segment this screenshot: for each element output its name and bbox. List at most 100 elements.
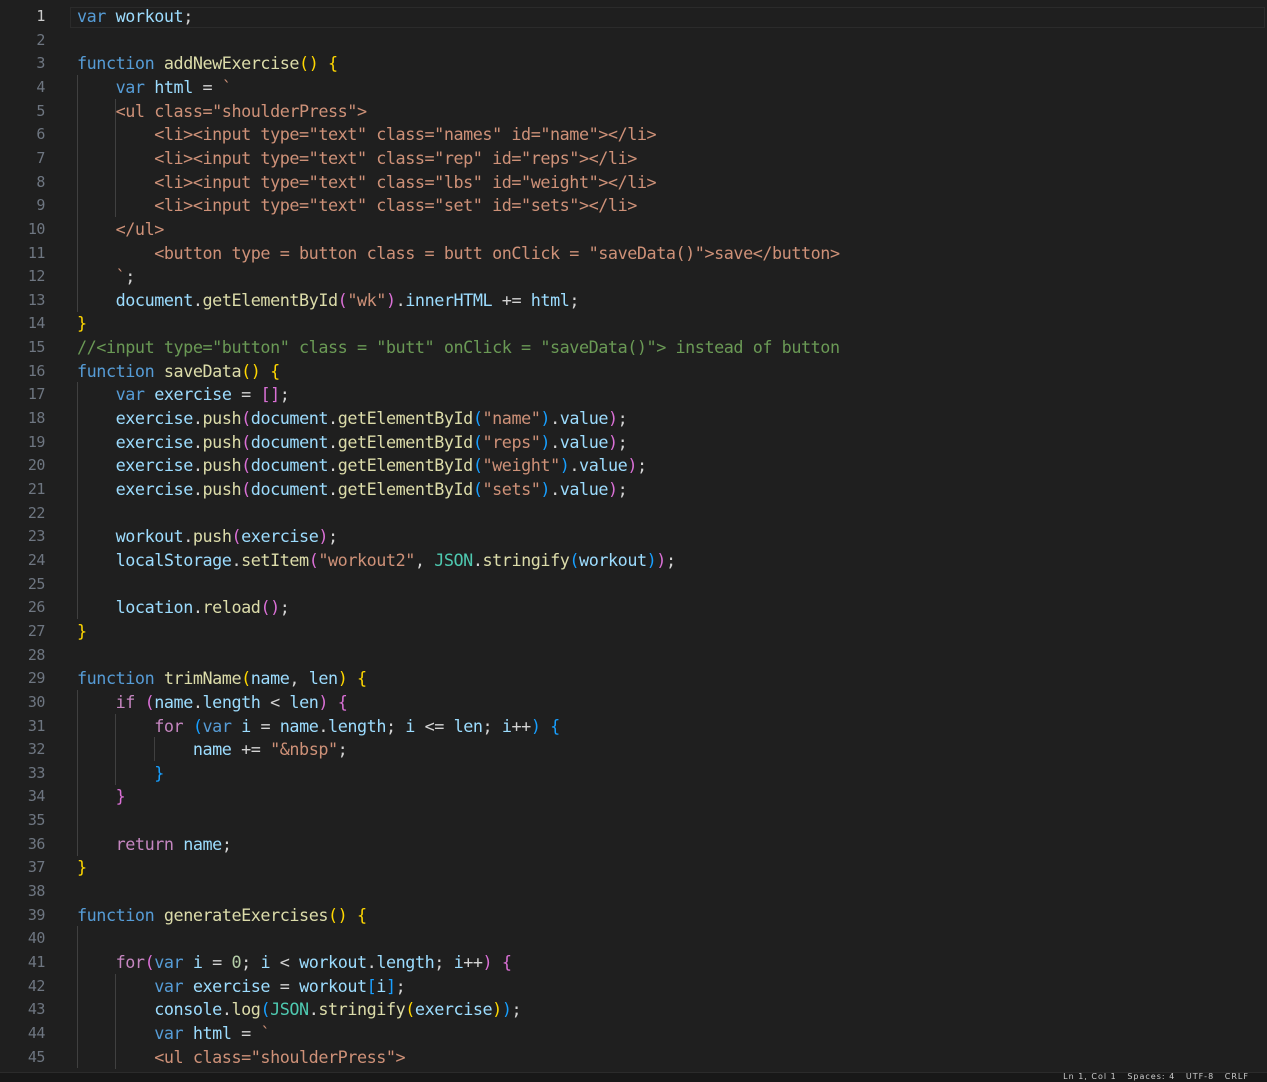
code-token: ) [540, 479, 551, 499]
code-line[interactable]: 11 <button type = button class = butt on… [0, 241, 1267, 265]
code-line[interactable]: 29 function trimName(name, len) { [0, 666, 1267, 690]
code-token: innerHTML [405, 290, 493, 310]
code-line[interactable]: 36 return name; [0, 832, 1267, 856]
code-line[interactable]: 17 var exercise = []; [0, 382, 1267, 406]
code-line[interactable]: 25 [0, 572, 1267, 596]
code-token: ; [241, 952, 261, 972]
code-line[interactable]: 38 [0, 879, 1267, 903]
code-token: . [318, 716, 329, 736]
code-token: < [270, 952, 300, 972]
code-token: <button type = button class = butt onCli… [77, 243, 840, 263]
code-token: } [154, 763, 164, 783]
code-line[interactable]: 7 <li><input type="text" class="rep" id=… [0, 146, 1267, 170]
code-line[interactable]: 6 <li><input type="text" class="names" i… [0, 122, 1267, 146]
code-line[interactable]: 12 `; [0, 264, 1267, 288]
code-line[interactable]: 9 <li><input type="text" class="set" id=… [0, 193, 1267, 217]
line-number: 44 [27, 1024, 46, 1042]
code-token: ) [540, 432, 551, 452]
code-line[interactable]: 20 exercise.push(document.getElementById… [0, 453, 1267, 477]
code-token: ( [472, 479, 483, 499]
code-line[interactable]: 34 } [0, 784, 1267, 808]
code-line[interactable]: 8 <li><input type="text" class="lbs" id=… [0, 170, 1267, 194]
code-line[interactable]: 18 exercise.push(document.getElementById… [0, 406, 1267, 430]
code-token: [] [260, 384, 280, 404]
code-line[interactable]: 2 [0, 28, 1267, 52]
code-line[interactable]: 35 [0, 808, 1267, 832]
code-line[interactable]: 22 [0, 501, 1267, 525]
code-line[interactable]: 33 } [0, 761, 1267, 785]
code-token: ` [260, 1023, 271, 1043]
code-line[interactable]: 41 for(var i = 0; i < workout.length; i+… [0, 950, 1267, 974]
code-line[interactable]: 24 localStorage.setItem("workout2", JSON… [0, 548, 1267, 572]
code-token: . [183, 526, 193, 546]
line-number: 17 [27, 385, 46, 403]
code-line[interactable]: 23 workout.push(exercise); [0, 524, 1267, 548]
code-token: exercise [115, 408, 194, 428]
code-line[interactable]: 3 function addNewExercise() { [0, 51, 1267, 75]
code-line[interactable]: 16 function saveData() { [0, 359, 1267, 383]
code-text: exercise.push(document.getElementById("r… [77, 430, 628, 454]
code-line[interactable]: 45 <ul class="shoulderPress"> [0, 1045, 1267, 1069]
code-line[interactable]: 44 var html = ` [0, 1021, 1267, 1045]
code-line[interactable]: 28 [0, 643, 1267, 667]
code-line[interactable]: 32 name += "&nbsp"; [0, 737, 1267, 761]
line-number: 21 [27, 480, 46, 498]
code-line[interactable]: 39 function generateExercises() { [0, 903, 1267, 927]
code-line[interactable]: 14} [0, 311, 1267, 335]
line-number: 40 [27, 929, 46, 947]
code-line[interactable]: 26 location.reload(); [0, 595, 1267, 619]
code-line[interactable]: 13 document.getElementById("wk").innerHT… [0, 288, 1267, 312]
line-number: 8 [36, 173, 45, 191]
code-token: <ul class="shoulderPress"> [77, 101, 367, 121]
line-number: 36 [27, 835, 46, 853]
code-line[interactable]: 4 var html = ` [0, 75, 1267, 99]
code-text: <button type = button class = butt onCli… [77, 241, 840, 265]
code-text: //<input type="button" class = "butt" on… [77, 335, 840, 359]
code-token: ) [492, 999, 502, 1019]
code-token: function [77, 361, 155, 381]
line-number: 13 [27, 291, 46, 309]
status-bar-text[interactable]: Ln 1, Col 1 Spaces: 4 UTF-8 CRLF [1063, 1073, 1249, 1081]
code-text: } [77, 619, 87, 643]
code-line[interactable]: 5 <ul class="shoulderPress"> [0, 99, 1267, 123]
code-token: ( [405, 999, 415, 1019]
code-line[interactable]: 31 for (var i = name.length; i <= len; i… [0, 714, 1267, 738]
code-line[interactable]: 30 if (name.length < len) { [0, 690, 1267, 714]
code-line[interactable]: 10 </ul> [0, 217, 1267, 241]
code-token: ` [221, 77, 232, 97]
code-token: length [376, 952, 435, 972]
code-token: . [550, 479, 560, 499]
code-line[interactable]: 21 exercise.push(document.getElementById… [0, 477, 1267, 501]
code-line[interactable]: 1 var workout; [0, 4, 1267, 28]
code-text: } [77, 311, 87, 335]
code-token: stringify [482, 550, 570, 570]
code-token: { [337, 692, 348, 712]
code-line[interactable]: 40 [0, 926, 1267, 950]
code-token: name [154, 692, 193, 712]
code-token: document [250, 479, 329, 499]
code-line[interactable]: 37} [0, 855, 1267, 879]
line-number: 22 [27, 504, 46, 522]
code-line[interactable]: 42 var exercise = workout[i]; [0, 974, 1267, 998]
code-editor[interactable]: 1 var workout; 2 3 function addNewExercise()… [0, 0, 1267, 1072]
code-token: stringify [318, 999, 406, 1019]
code-token: ; [183, 6, 193, 26]
code-token: ( [260, 999, 271, 1019]
code-line[interactable]: 19 exercise.push(document.getElementById… [0, 430, 1267, 454]
code-line[interactable]: 43 console.log(JSON.stringify(exercise))… [0, 997, 1267, 1021]
code-text: var html = ` [77, 75, 232, 99]
code-text: var workout; [77, 4, 193, 28]
code-token: html [154, 77, 193, 97]
line-number: 27 [27, 622, 46, 640]
code-text: </ul> [77, 217, 165, 241]
code-line[interactable]: 15 //<input type="button" class = "butt" … [0, 335, 1267, 359]
code-line[interactable]: 27} [0, 619, 1267, 643]
